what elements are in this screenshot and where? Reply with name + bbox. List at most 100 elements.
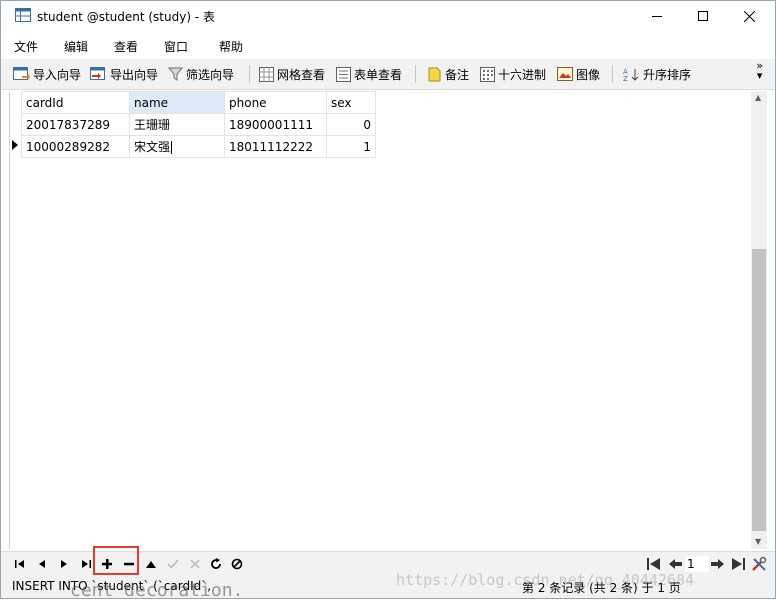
cell-name-text: 宋文强 [134,140,171,154]
refresh-button[interactable] [207,556,225,572]
last-record-icon [82,560,91,568]
discard-changes-button[interactable] [186,556,204,572]
image-button[interactable]: 图像 [557,65,600,83]
menu-edit[interactable]: 编辑 [64,38,88,55]
first-record-button[interactable] [11,556,29,572]
current-row-indicator-icon [12,140,18,150]
edit-record-button[interactable] [142,556,160,572]
last-page-icon [732,558,745,570]
page-number-input[interactable]: 1 [685,556,709,572]
export-wizard-label: 导出向导 [110,67,159,82]
memo-label: 备注 [445,67,470,82]
filter-wizard-button[interactable]: 筛选向导 [168,65,234,83]
cell-cardid[interactable]: 10000289282 [21,135,130,158]
table-row[interactable]: 20017837289 王珊珊 18900001111 0 [21,113,376,136]
header-row: cardId name phone sex [21,91,376,114]
import-wizard-button[interactable]: 导入向导 [13,65,81,83]
toolbar-separator [249,65,250,83]
first-page-icon [647,558,660,570]
sort-asc-label: 升序排序 [643,67,692,82]
stop-icon [231,558,243,570]
last-page-button[interactable] [729,556,747,572]
form-icon [336,66,351,82]
prev-record-button[interactable] [33,556,51,572]
sort-asc-icon: A Z [623,68,639,82]
watermark-text: https://blog.csdn.net/qq_40442684 [396,571,695,589]
scroll-up-icon[interactable]: ▲ [755,93,761,102]
image-icon [557,67,573,81]
apply-changes-button[interactable] [164,556,182,572]
column-header-sex[interactable]: sex [326,91,376,114]
limit-settings-button[interactable] [750,556,768,572]
title-bar: student @student (study) - 表 [1,1,775,31]
menu-view[interactable]: 查看 [114,38,138,55]
hex-label: 十六进制 [498,67,547,82]
toolbar-separator [415,65,416,83]
table-icon [15,8,31,22]
column-header-name[interactable]: name [129,91,225,114]
first-record-icon [15,560,24,568]
cell-name[interactable]: 王珊珊 [129,113,225,136]
menu-help[interactable]: 帮助 [219,38,243,55]
filter-wizard-label: 筛选向导 [186,67,235,82]
grid-view-label: 网格查看 [277,67,326,82]
next-page-button[interactable] [708,556,726,572]
annotation-highlight-box [93,546,139,575]
scroll-down-icon[interactable]: ▼ [755,537,761,546]
filter-icon [168,67,183,81]
up-triangle-icon [146,561,156,568]
form-view-button[interactable]: 表单查看 [336,65,402,83]
toolbar-separator [612,65,613,83]
cell-name-editing[interactable]: 宋文强 [129,135,225,158]
hex-button[interactable]: 十六进制 [480,65,546,83]
next-page-arrow-icon [710,559,724,569]
data-grid: cardId name phone sex 20017837289 王珊珊 18… [9,91,768,549]
cell-sex[interactable]: 1 [326,135,376,158]
scrollbar-thumb[interactable] [752,249,766,531]
hex-icon [480,66,495,82]
grid-icon [259,66,274,82]
prev-record-icon [39,560,45,568]
column-header-cardid[interactable]: cardId [21,91,130,114]
memo-icon [428,67,441,81]
close-button[interactable] [726,1,772,31]
image-label: 图像 [576,67,601,82]
import-icon [13,66,30,80]
cross-icon [190,559,200,569]
import-wizard-label: 导入向导 [33,67,82,82]
svg-text:Z: Z [623,75,628,82]
next-record-icon [61,560,67,568]
grid-table: cardId name phone sex 20017837289 王珊珊 18… [21,91,376,158]
column-header-phone[interactable]: phone [224,91,327,114]
prev-page-button[interactable] [666,556,684,572]
maximize-button[interactable] [680,1,726,31]
toolbar-overflow-button[interactable]: » ▾ [756,60,763,82]
text-caret [171,141,173,154]
menu-file[interactable]: 文件 [14,38,38,55]
minimize-button[interactable] [634,1,680,31]
prev-page-arrow-icon [668,559,682,569]
stop-button[interactable] [228,556,246,572]
table-row[interactable]: 10000289282 宋文强 18011112222 1 [21,135,376,158]
vertical-scrollbar[interactable]: ▲ ▼ [751,91,767,549]
next-record-button[interactable] [55,556,73,572]
grid-view-button[interactable]: 网格查看 [259,65,325,83]
table-editor-window: student @student (study) - 表 文件 编辑 查看 窗口… [0,0,776,599]
cell-phone[interactable]: 18900001111 [224,113,327,136]
cell-cardid[interactable]: 20017837289 [21,113,130,136]
menu-window[interactable]: 窗口 [164,38,188,55]
background-text: cent decoration. [70,580,244,601]
export-icon [90,66,105,80]
overflow-dropdown-icon: ▾ [756,69,763,82]
tools-icon [752,556,767,571]
window-title: student @student (study) - 表 [37,10,215,24]
cell-sex[interactable]: 0 [326,113,376,136]
checkmark-icon [167,559,179,569]
form-view-label: 表单查看 [354,67,403,82]
refresh-icon [211,558,221,569]
export-wizard-button[interactable]: 导出向导 [90,65,158,83]
memo-button[interactable]: 备注 [427,65,469,83]
first-page-button[interactable] [645,556,663,572]
cell-phone[interactable]: 18011112222 [224,135,327,158]
sort-asc-button[interactable]: A Z 升序排序 [623,65,691,83]
